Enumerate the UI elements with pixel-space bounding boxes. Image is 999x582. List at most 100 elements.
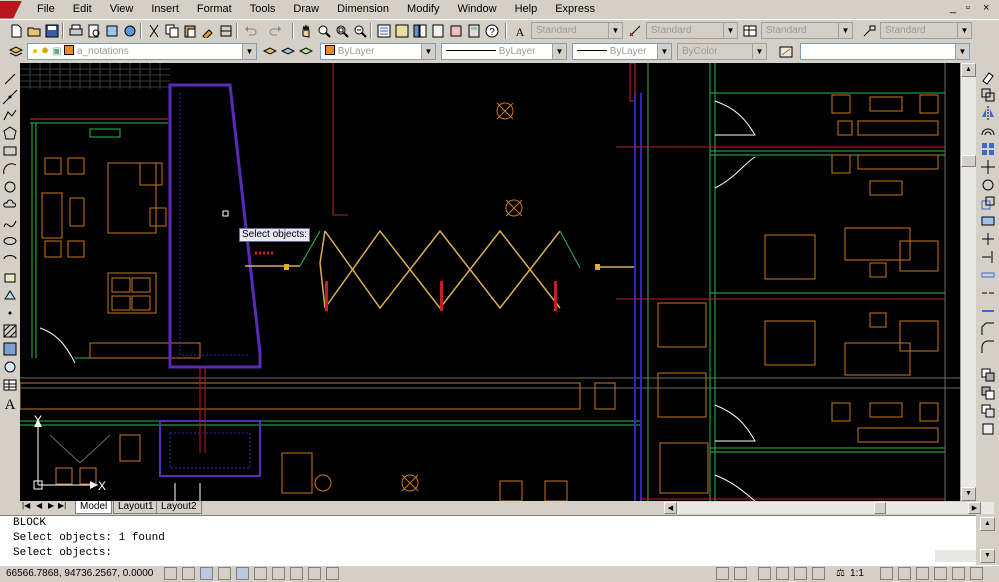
menu-tools[interactable]: Tools bbox=[241, 0, 285, 19]
menu-draw[interactable]: Draw bbox=[284, 0, 328, 19]
mirror-icon[interactable] bbox=[980, 105, 996, 121]
ellipse-arc-icon[interactable] bbox=[2, 251, 18, 267]
menu-express[interactable]: Express bbox=[546, 0, 604, 19]
scroll-up-icon[interactable]: ▲ bbox=[961, 63, 976, 77]
tab-next-icon[interactable]: ▶ bbox=[48, 501, 54, 510]
cut-icon[interactable] bbox=[146, 23, 162, 39]
scroll-left-icon[interactable]: ◀ bbox=[664, 502, 677, 514]
lock-ui-icon[interactable] bbox=[934, 567, 947, 580]
markup-icon[interactable] bbox=[448, 23, 464, 39]
new-icon[interactable] bbox=[8, 23, 24, 39]
redo-icon[interactable] bbox=[268, 23, 284, 39]
tab-last-icon[interactable]: ▶| bbox=[58, 501, 66, 510]
array-icon[interactable] bbox=[980, 141, 996, 157]
close-button[interactable]: × bbox=[983, 2, 989, 14]
showmotion-icon[interactable] bbox=[812, 567, 825, 580]
menu-insert[interactable]: Insert bbox=[142, 0, 188, 19]
workspace-icon[interactable] bbox=[778, 44, 794, 60]
scale-icon[interactable] bbox=[980, 195, 996, 211]
plotstyle-combo[interactable]: ByColor ▼ bbox=[677, 43, 767, 60]
multileader-style-combo[interactable]: Standard ▼ bbox=[880, 22, 972, 39]
scroll-right-icon[interactable]: ▶ bbox=[968, 502, 981, 514]
menu-file[interactable]: File bbox=[28, 0, 64, 19]
dim-style-combo[interactable]: Standard ▼ bbox=[646, 22, 738, 39]
bring-above-icon[interactable] bbox=[980, 421, 996, 437]
tab-model[interactable]: Model bbox=[75, 501, 113, 514]
layout-button[interactable] bbox=[734, 567, 747, 580]
move-icon[interactable] bbox=[980, 159, 996, 175]
annotation-scale[interactable]: 1:1 bbox=[850, 568, 864, 579]
polar-tracking-button[interactable] bbox=[218, 567, 231, 580]
snap-mode-button[interactable] bbox=[164, 567, 177, 580]
extend-icon[interactable] bbox=[980, 249, 996, 265]
hscroll-thumb[interactable] bbox=[874, 502, 886, 514]
make-layer-current-icon[interactable] bbox=[262, 44, 278, 60]
gradient-icon[interactable] bbox=[2, 341, 18, 357]
undo-icon[interactable] bbox=[242, 23, 258, 39]
cmd-scroll-down-icon[interactable]: ▼ bbox=[980, 549, 995, 563]
command-prompt[interactable]: Select objects: bbox=[0, 546, 976, 561]
trim-icon[interactable] bbox=[980, 231, 996, 247]
multiline-text-icon[interactable]: A bbox=[2, 395, 18, 411]
table-style-combo[interactable]: Standard ▼ bbox=[761, 22, 853, 39]
otrack-button[interactable] bbox=[254, 567, 267, 580]
hatch-icon[interactable] bbox=[2, 323, 18, 339]
region-icon[interactable] bbox=[2, 359, 18, 375]
tool-palettes-icon[interactable] bbox=[412, 23, 428, 39]
autoscale-icon[interactable] bbox=[898, 567, 911, 580]
send-back-icon[interactable] bbox=[980, 403, 996, 419]
rectangle-icon[interactable] bbox=[2, 143, 18, 159]
menu-help[interactable]: Help bbox=[506, 0, 547, 19]
point-icon[interactable] bbox=[2, 305, 18, 321]
zoom-status-icon[interactable] bbox=[776, 567, 789, 580]
text-style-icon[interactable]: A bbox=[512, 23, 528, 39]
pan-status-icon[interactable] bbox=[758, 567, 771, 580]
vertical-scrollbar[interactable]: ▲ ▼ bbox=[960, 63, 976, 501]
properties-icon[interactable] bbox=[376, 23, 392, 39]
quickcalc-icon[interactable] bbox=[466, 23, 482, 39]
object-snap-button[interactable] bbox=[236, 567, 249, 580]
zoom-realtime-icon[interactable] bbox=[316, 23, 332, 39]
print-icon[interactable] bbox=[68, 23, 84, 39]
offset-icon[interactable] bbox=[980, 123, 996, 139]
layer-previous-icon[interactable] bbox=[280, 44, 296, 60]
tab-layout1[interactable]: Layout1 bbox=[113, 501, 159, 514]
block-editor-icon[interactable] bbox=[218, 23, 234, 39]
line-icon[interactable] bbox=[2, 71, 18, 87]
join-icon[interactable] bbox=[980, 303, 996, 319]
ducs-button[interactable] bbox=[272, 567, 285, 580]
text-style-combo[interactable]: Standard ▼ bbox=[531, 22, 623, 39]
table-style-icon[interactable] bbox=[742, 23, 758, 39]
publish-icon[interactable] bbox=[104, 23, 120, 39]
scroll-down-icon[interactable]: ▼ bbox=[961, 487, 976, 501]
bring-front-icon[interactable] bbox=[980, 385, 996, 401]
arc-icon[interactable] bbox=[2, 161, 18, 177]
command-vscroll[interactable]: ▲ ▼ bbox=[976, 515, 999, 565]
spline-icon[interactable] bbox=[2, 215, 18, 231]
scroll-thumb[interactable] bbox=[961, 155, 976, 167]
restore-button[interactable]: ▫ bbox=[966, 2, 970, 14]
menu-window[interactable]: Window bbox=[448, 0, 505, 19]
menu-format[interactable]: Format bbox=[188, 0, 241, 19]
make-block-icon[interactable] bbox=[2, 287, 18, 303]
circle-icon[interactable] bbox=[2, 179, 18, 195]
search-combo[interactable]: ▼ bbox=[800, 43, 970, 60]
linetype-combo[interactable]: ByLayer ▼ bbox=[441, 43, 567, 60]
pan-icon[interactable] bbox=[298, 23, 314, 39]
break-at-point-icon[interactable] bbox=[980, 267, 996, 283]
workspace-switch-icon[interactable] bbox=[916, 567, 929, 580]
model-space-button[interactable] bbox=[716, 567, 729, 580]
clean-screen-icon[interactable] bbox=[970, 567, 983, 580]
match-properties-icon[interactable] bbox=[200, 23, 216, 39]
steeringwheel-icon[interactable] bbox=[794, 567, 807, 580]
dim-style-icon[interactable] bbox=[627, 23, 643, 39]
zoom-window-icon[interactable] bbox=[334, 23, 350, 39]
erase-icon[interactable] bbox=[980, 69, 996, 85]
copy-icon[interactable] bbox=[164, 23, 180, 39]
minimize-button[interactable]: _ bbox=[950, 2, 956, 14]
horizontal-scrollbar[interactable]: ◀ ▶ bbox=[664, 502, 994, 514]
layer-manager-icon[interactable] bbox=[8, 44, 24, 60]
annotation-scale-icon[interactable]: ⚖ bbox=[836, 568, 845, 579]
grid-display-button[interactable] bbox=[182, 567, 195, 580]
stretch-icon[interactable] bbox=[980, 213, 996, 229]
